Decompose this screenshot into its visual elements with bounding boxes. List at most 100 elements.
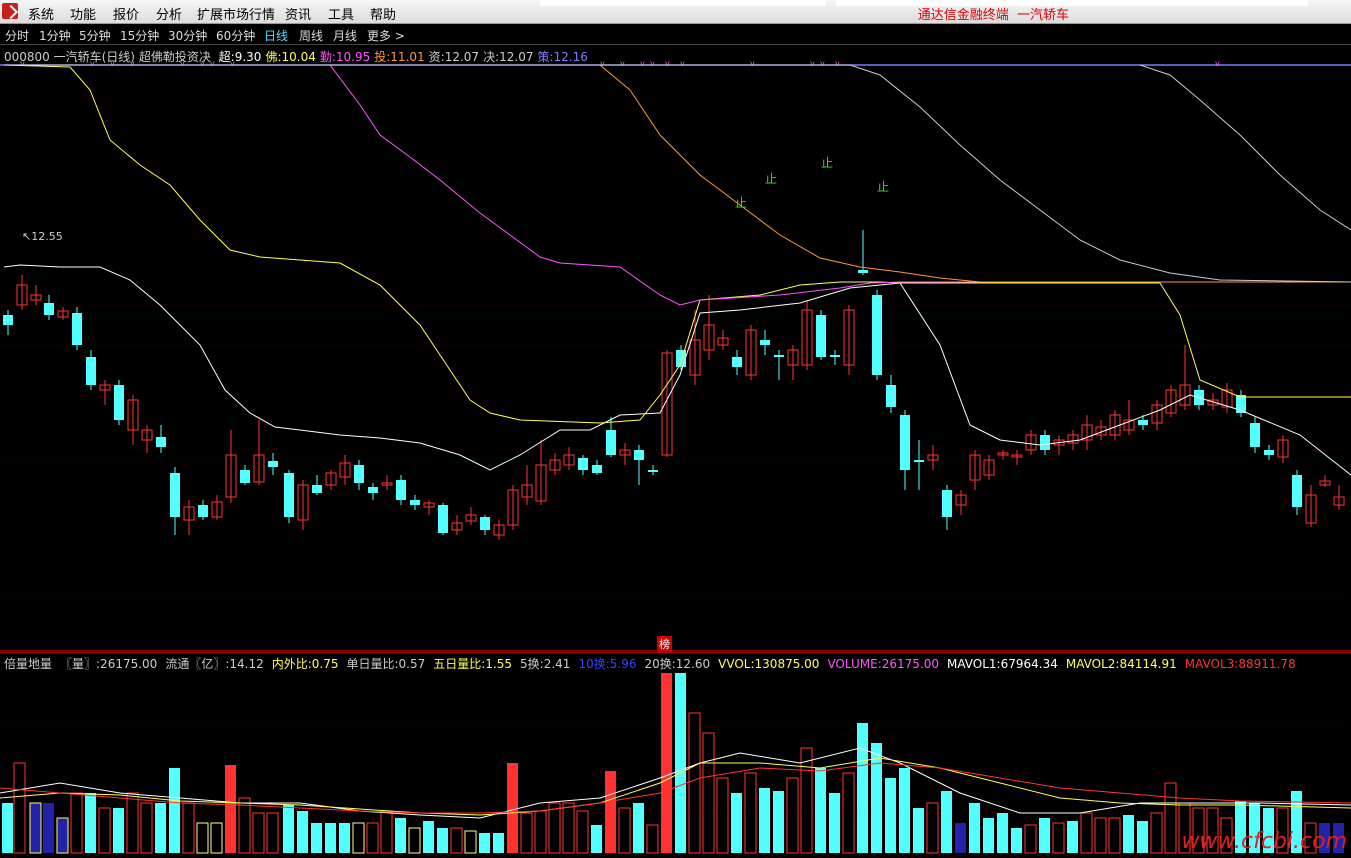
volume-bar-up bbox=[786, 777, 799, 854]
candle-body-down bbox=[942, 490, 952, 517]
volume-bar-up bbox=[13, 762, 26, 854]
period-tab-1min[interactable]: 1分钟 bbox=[39, 27, 71, 44]
candle-body-down bbox=[114, 385, 124, 420]
indicator-item: 投:11.01 bbox=[374, 50, 425, 64]
indicator-values: 超:9.30 佛:10.04 勤:10.95 投:11.01 资:12.07 决:12.0… bbox=[215, 50, 588, 64]
volume-bar-up bbox=[926, 802, 939, 854]
volume-bar-down bbox=[591, 825, 602, 853]
volume-bar-yellow bbox=[352, 822, 365, 854]
candle-body-down bbox=[1250, 423, 1260, 447]
menu-info[interactable]: 资讯 bbox=[285, 4, 311, 23]
period-tab-more[interactable]: 更多 > bbox=[367, 27, 405, 44]
kline-chart: v v v v v v v v v v v v v v v v v v v↖12.55止止止止 bbox=[0, 59, 1351, 606]
period-tab-weekly[interactable]: 周线 bbox=[299, 27, 323, 44]
volume-bar-down bbox=[437, 828, 448, 853]
volume-bar-up bbox=[1108, 817, 1121, 854]
period-tab-5min[interactable]: 5分钟 bbox=[79, 27, 111, 44]
candle-body-down bbox=[86, 357, 96, 385]
candle-body-down bbox=[886, 385, 896, 407]
volume-bar-down bbox=[899, 768, 910, 853]
menu-tools[interactable]: 工具 bbox=[328, 4, 354, 23]
volume-header-item: 5换:2.41 bbox=[520, 657, 571, 671]
volume-bar-up bbox=[380, 810, 393, 854]
stock-code-name: 000800 一汽轿车(日线) bbox=[4, 50, 135, 64]
period-tab-monthly[interactable]: 月线 bbox=[333, 27, 357, 44]
menu-analysis[interactable]: 分析 bbox=[156, 4, 182, 23]
volume-bar-down bbox=[857, 723, 868, 853]
volume-bar-down bbox=[2, 803, 13, 853]
title-panel-left bbox=[540, 0, 826, 6]
volume-bar-down bbox=[773, 791, 784, 853]
menu-quote[interactable]: 报价 bbox=[113, 4, 139, 23]
volume-header-item: 20换:12.60 bbox=[644, 657, 711, 671]
volume-bar-up bbox=[716, 777, 729, 854]
candle-body-down bbox=[284, 473, 294, 517]
kline-chart-panel[interactable]: v v v v v v v v v v v v v v v v v v v ↖12.55 止止止止 000800 一汽轿… bbox=[0, 45, 1351, 651]
candle-body-down bbox=[1040, 435, 1050, 450]
volume-panel[interactable]: 倍量地量 〖量〗:26175.00 流通〖亿〗:14.12 内外比:0.75 单日量比:… bbox=[0, 652, 1351, 855]
volume-bar-down bbox=[913, 808, 924, 853]
menu-function[interactable]: 功能 bbox=[70, 4, 96, 23]
volume-bar-down bbox=[155, 803, 166, 853]
volume-bar-up bbox=[1024, 824, 1037, 854]
indicator-item: 超:9.30 bbox=[218, 50, 262, 64]
volume-bar-yellow bbox=[210, 822, 223, 854]
candle-body-down bbox=[354, 465, 364, 483]
signal-tick: v bbox=[820, 59, 825, 68]
volume-bar-up bbox=[520, 812, 533, 854]
volume-bar-up bbox=[688, 712, 701, 854]
signal-tick: v bbox=[620, 59, 625, 68]
period-tab-minute[interactable]: 分时 bbox=[5, 27, 29, 44]
volume-bar-down bbox=[885, 778, 896, 853]
volume-header: 倍量地量 〖量〗:26175.00 流通〖亿〗:14.12 内外比:0.75 单日量比:… bbox=[4, 655, 1304, 672]
volume-header-item: 倍量地量 bbox=[4, 657, 53, 671]
signal-tick: v bbox=[650, 59, 655, 68]
volume-bar-down bbox=[1067, 821, 1078, 853]
volume-bar-up bbox=[140, 802, 153, 854]
indicator-item: 资:12.07 bbox=[428, 50, 480, 64]
volume-bar-down bbox=[1011, 828, 1022, 853]
volume-bar-down bbox=[1137, 821, 1148, 853]
title-panel-right bbox=[836, 0, 1308, 6]
volume-bar-down bbox=[1039, 818, 1050, 853]
volume-bar-down bbox=[969, 803, 980, 853]
volume-bar-up bbox=[1150, 812, 1163, 854]
signal-tick: v bbox=[665, 59, 670, 68]
volume-bar-down bbox=[479, 833, 490, 853]
signal-tick: v bbox=[640, 59, 645, 68]
volume-bar-up bbox=[744, 772, 757, 854]
period-tab-15min[interactable]: 15分钟 bbox=[120, 27, 159, 44]
volume-bar-low bbox=[29, 802, 42, 854]
menu-help[interactable]: 帮助 bbox=[370, 4, 396, 23]
volume-bar-down bbox=[815, 768, 826, 853]
menu-bar: 系统 功能 报价 分析 扩展市场行情 资讯 工具 帮助 通达信金融终端 一汽轿车 bbox=[0, 0, 1351, 24]
volume-bar-up bbox=[252, 812, 265, 854]
candle-body-down bbox=[900, 415, 910, 470]
candle-body-down bbox=[830, 355, 840, 357]
volume-bar-down bbox=[675, 673, 686, 853]
stop-marker: 止 bbox=[765, 172, 777, 186]
menu-extended-market[interactable]: 扩展市场行情 bbox=[197, 4, 275, 23]
period-tab-60min[interactable]: 60分钟 bbox=[216, 27, 255, 44]
volume-bar-down bbox=[283, 805, 294, 853]
period-tab-daily[interactable]: 日线 bbox=[264, 27, 288, 44]
app-title: 通达信金融终端 bbox=[917, 8, 1009, 23]
volume-bar-up bbox=[618, 807, 631, 854]
menu-system[interactable]: 系统 bbox=[28, 4, 54, 23]
volume-bar-double bbox=[661, 673, 672, 853]
signal-tick: v bbox=[1215, 59, 1220, 68]
period-tab-30min[interactable]: 30分钟 bbox=[168, 27, 207, 44]
stock-name-top: 一汽轿车 bbox=[1016, 8, 1069, 23]
volume-bar-down bbox=[423, 821, 434, 853]
zi-grey-line bbox=[4, 64, 1351, 283]
candle-body-down bbox=[914, 460, 924, 462]
volume-bar-down bbox=[941, 791, 952, 853]
volume-bar-up bbox=[1164, 782, 1177, 854]
candle-body-down bbox=[1138, 420, 1148, 425]
candle-body-down bbox=[410, 500, 420, 505]
stop-marker: 止 bbox=[877, 180, 889, 194]
volume-header-item: VVOL:130875.00 bbox=[718, 657, 820, 671]
volume-bar-up bbox=[646, 824, 659, 854]
volume-bar-up bbox=[266, 812, 279, 854]
candle-body-down bbox=[156, 437, 166, 447]
